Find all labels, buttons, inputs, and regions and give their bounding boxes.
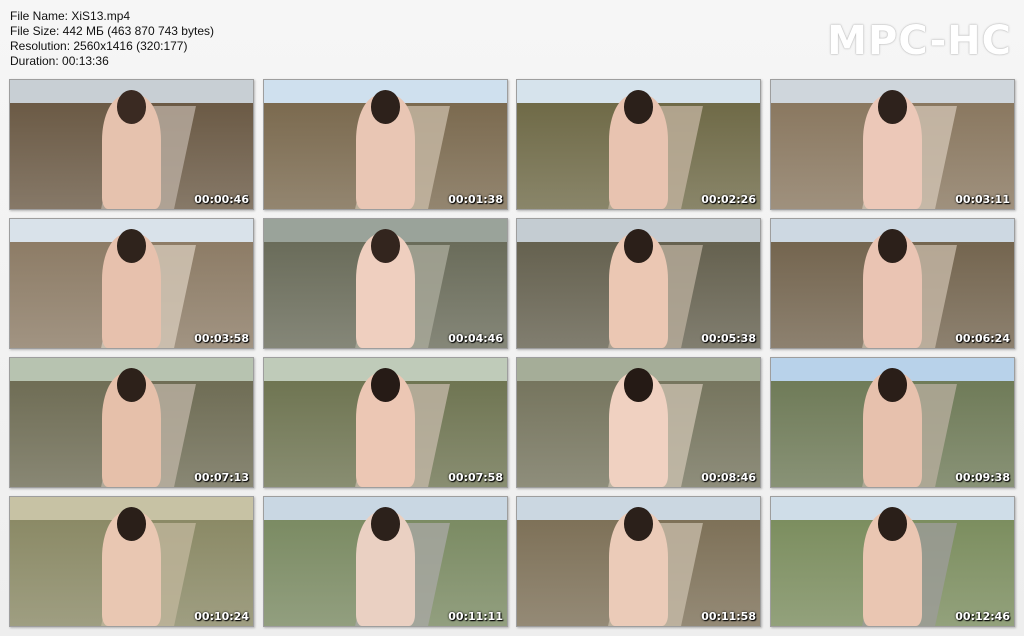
thumbnail-timestamp: 00:01:38 [448,193,503,206]
video-thumbnail: 00:11:11 [263,496,508,627]
video-thumbnail: 00:11:58 [516,496,761,627]
video-thumbnail: 00:03:58 [9,218,254,349]
thumbnail-person-head [116,229,147,263]
thumbnail-timestamp: 00:09:38 [955,471,1010,484]
duration: Duration: 00:13:36 [10,54,109,68]
thumbnail-timestamp: 00:04:46 [448,332,503,345]
video-thumbnail: 00:01:38 [263,79,508,210]
thumbnail-person-head [623,90,654,124]
thumbnail-person-head [370,507,401,541]
video-thumbnail: 00:07:58 [263,357,508,488]
video-thumbnail: 00:09:38 [770,357,1015,488]
thumbnail-timestamp: 00:02:26 [701,193,756,206]
video-thumbnail: 00:04:46 [263,218,508,349]
thumbnail-timestamp: 00:00:46 [194,193,249,206]
thumbnail-person-head [877,229,908,263]
thumbnail-timestamp: 00:10:24 [194,610,249,623]
thumbnail-person-head [877,90,908,124]
thumbnail-person-head [877,368,908,402]
thumbnail-person-head [877,507,908,541]
thumbnail-timestamp: 00:08:46 [701,471,756,484]
video-thumbnail: 00:08:46 [516,357,761,488]
thumbnail-person-head [623,507,654,541]
video-thumbnail: 00:12:46 [770,496,1015,627]
thumbnail-person-head [370,229,401,263]
thumbnail-sheet: File Name: XiS13.mp4 File Size: 442 МБ (… [0,0,1024,636]
thumbnail-person-head [116,507,147,541]
file-name: File Name: XiS13.mp4 [10,9,131,23]
thumbnail-person-head [370,90,401,124]
thumbnail-timestamp: 00:03:11 [955,193,1010,206]
thumbnail-timestamp: 00:11:11 [448,610,503,623]
video-thumbnail: 00:05:38 [516,218,761,349]
thumbnail-timestamp: 00:07:58 [448,471,503,484]
file-size: File Size: 442 МБ (463 870 743 bytes) [10,24,214,38]
file-info: File Name: XiS13.mp4 File Size: 442 МБ (… [10,9,214,69]
thumbnail-person-head [116,90,147,124]
video-thumbnail: 00:03:11 [770,79,1015,210]
video-thumbnail: 00:07:13 [9,357,254,488]
thumbnail-timestamp: 00:03:58 [194,332,249,345]
video-thumbnail: 00:00:46 [9,79,254,210]
thumbnail-person-head [370,368,401,402]
thumbnail-timestamp: 00:12:46 [955,610,1010,623]
thumbnail-timestamp: 00:05:38 [701,332,756,345]
thumbnail-timestamp: 00:06:24 [955,332,1010,345]
thumbnail-grid: 00:00:46 00:01:38 00:02:26 00:03:11 00:03:58… [9,79,1015,629]
resolution: Resolution: 2560x1416 (320:177) [10,39,188,53]
mpc-hc-logo: MPC-HC [827,18,1012,64]
thumbnail-timestamp: 00:07:13 [194,471,249,484]
video-thumbnail: 00:10:24 [9,496,254,627]
thumbnail-timestamp: 00:11:58 [701,610,756,623]
video-thumbnail: 00:06:24 [770,218,1015,349]
thumbnail-person-head [623,229,654,263]
video-thumbnail: 00:02:26 [516,79,761,210]
thumbnail-person-head [116,368,147,402]
thumbnail-person-head [623,368,654,402]
